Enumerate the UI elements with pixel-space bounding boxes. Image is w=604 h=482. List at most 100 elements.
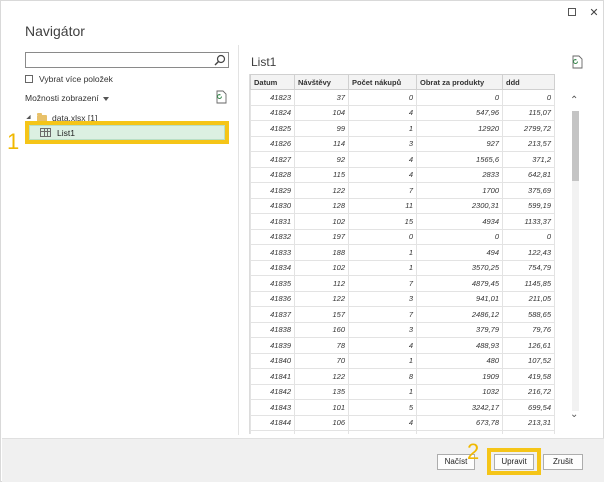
table-row: 41836 122 3 941,01 211,05 — [250, 290, 555, 307]
table-row: 41841 122 8 1909 419,58 — [250, 368, 555, 385]
table-row: 41827 92 4 1565,6 371,2 — [250, 151, 555, 168]
table-cell: 188 — [294, 244, 349, 261]
column-header[interactable]: Datum — [250, 74, 295, 90]
multi-select-checkbox[interactable] — [25, 75, 33, 83]
table-row: 41834 102 1 3570,25 754,79 — [250, 259, 555, 276]
view-options-dropdown[interactable]: Možnosti zobrazení — [25, 93, 109, 103]
table-cell: 419,58 — [502, 368, 555, 385]
table-cell: 375,69 — [502, 182, 555, 199]
table-cell: 41826 — [250, 135, 295, 152]
table-cell: 398,58 — [502, 430, 555, 434]
scroll-down-icon[interactable]: ⌄ — [570, 409, 578, 420]
table-cell: 104 — [294, 104, 349, 121]
table-cell: 1 — [348, 259, 417, 276]
table-cell: 41839 — [250, 337, 295, 354]
table-cell: 41844 — [250, 414, 295, 431]
table-cell: 588,65 — [502, 306, 555, 323]
table-cell: 754,79 — [502, 259, 555, 276]
table-cell: 1 — [348, 120, 417, 137]
table-cell: 494 — [416, 244, 503, 261]
table-cell: 371,2 — [502, 151, 555, 168]
multi-select-row[interactable]: Vybrat více položek — [25, 74, 113, 84]
table-cell: 122 — [294, 290, 349, 307]
refresh-icon[interactable] — [571, 55, 583, 69]
preview-title: List1 — [251, 55, 277, 69]
table-cell: 128 — [294, 197, 349, 214]
column-header[interactable]: Návštěvy — [294, 74, 349, 90]
view-options-label: Možnosti zobrazení — [25, 93, 99, 103]
table-cell: 112 — [294, 275, 349, 292]
table-cell: 642,81 — [502, 166, 555, 183]
column-header[interactable]: Obrat za produkty — [416, 74, 503, 90]
search-input[interactable] — [25, 52, 229, 68]
close-icon[interactable]: ✕ — [587, 6, 601, 20]
table-cell: 135 — [294, 383, 349, 400]
table-cell: 599,19 — [502, 197, 555, 214]
table-row: 41843 101 5 3242,17 699,54 — [250, 399, 555, 416]
table-cell: 1 — [348, 383, 417, 400]
table-cell: 3 — [348, 321, 417, 338]
table-cell: 126,61 — [502, 337, 555, 354]
table-cell: 0 — [348, 228, 417, 245]
table-cell: 3570,25 — [416, 259, 503, 276]
table-cell: 0 — [348, 89, 417, 106]
table-row: 41825 99 1 12920 2799,72 — [250, 120, 555, 137]
table-cell: 15 — [348, 213, 417, 230]
table-cell: 114 — [294, 135, 349, 152]
table-cell: 99 — [294, 120, 349, 137]
table-cell: 3 — [348, 290, 417, 307]
table-cell: 92 — [294, 151, 349, 168]
annotation-highlight-2 — [487, 448, 541, 475]
table-cell: 122 — [294, 368, 349, 385]
table-cell: 41831 — [250, 213, 295, 230]
column-header[interactable]: ddd — [502, 74, 555, 90]
table-cell: 102 — [294, 213, 349, 230]
table-cell: 0 — [502, 89, 555, 106]
table-cell: 213,31 — [502, 414, 555, 431]
table-cell: 41830 — [250, 197, 295, 214]
column-header[interactable]: Počet nákupů — [348, 74, 417, 90]
cancel-button[interactable]: Zrušit — [543, 454, 583, 470]
table-cell: 1 — [348, 352, 417, 369]
table-cell: 160 — [294, 321, 349, 338]
table-cell: 0 — [416, 228, 503, 245]
multi-select-label: Vybrat více položek — [39, 74, 113, 84]
table-cell: 4879,45 — [416, 275, 503, 292]
table-cell: 41827 — [250, 151, 295, 168]
scroll-thumb[interactable] — [572, 111, 579, 181]
table-cell: 107,52 — [502, 352, 555, 369]
table-cell: 2300,31 — [416, 197, 503, 214]
table-cell: 547,96 — [416, 104, 503, 121]
table-cell: 106 — [294, 414, 349, 431]
table-cell: 3 — [348, 430, 417, 434]
table-cell: 122,43 — [502, 244, 555, 261]
table-cell: 41832 — [250, 228, 295, 245]
maximize-icon[interactable] — [565, 6, 579, 20]
table-cell: 1032 — [416, 383, 503, 400]
scroll-up-icon[interactable]: ⌃ — [570, 95, 578, 106]
search-icon[interactable] — [214, 54, 226, 66]
table-cell: 101 — [294, 399, 349, 416]
table-row: 41837 157 7 2486,12 588,65 — [250, 306, 555, 323]
table-cell: 41838 — [250, 321, 295, 338]
data-table: Datum Návštěvy Počet nákupů Obrat za produk… — [250, 74, 555, 434]
table-row: 41842 135 1 1032 216,72 — [250, 383, 555, 400]
refresh-icon[interactable] — [215, 90, 227, 104]
table-cell: 1909 — [416, 368, 503, 385]
pane-divider[interactable] — [238, 45, 239, 435]
table-cell: 4 — [348, 337, 417, 354]
table-cell: 41840 — [250, 352, 295, 369]
table-cell: 41828 — [250, 166, 295, 183]
table-cell: 41842 — [250, 383, 295, 400]
table-cell: 4934 — [416, 213, 503, 230]
table-header-row: Datum Návštěvy Počet nákupů Obrat za produk… — [250, 74, 555, 90]
table-cell: 7 — [348, 275, 417, 292]
vertical-scrollbar[interactable]: ⌃ ⌄ — [568, 95, 582, 425]
table-cell: 41829 — [250, 182, 295, 199]
table-cell: 3242,17 — [416, 399, 503, 416]
preview-grid: Datum Návštěvy Počet nákupů Obrat za produk… — [249, 74, 557, 434]
table-cell: 1700 — [416, 182, 503, 199]
table-cell: 41823 — [250, 89, 295, 106]
table-cell: 41841 — [250, 368, 295, 385]
annotation-number-1: 1 — [7, 129, 20, 154]
